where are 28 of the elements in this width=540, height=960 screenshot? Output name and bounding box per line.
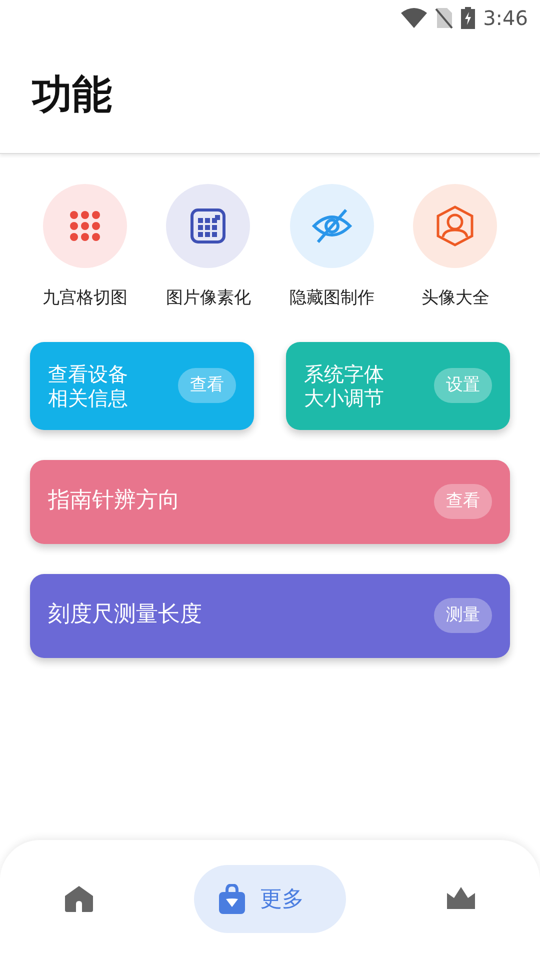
wifi-icon xyxy=(401,8,428,28)
battery-icon xyxy=(461,7,476,29)
card-title: 系统字体大小调节 xyxy=(304,362,384,410)
no-sim-icon xyxy=(435,7,454,29)
card-title: 查看设备相关信息 xyxy=(48,362,128,410)
tool-label: 九宫格切图 xyxy=(42,287,128,310)
grid-icon xyxy=(68,209,102,243)
shopping-bag-icon xyxy=(218,884,246,914)
feature-card[interactable]: 系统字体大小调节 设置 xyxy=(286,342,510,430)
nav-tab[interactable]: 更多 xyxy=(194,865,346,933)
tool-label: 隐藏图制作 xyxy=(289,287,374,310)
pixel-grid-icon xyxy=(190,208,226,244)
tool-label: 头像大全 xyxy=(421,287,490,310)
feature-card[interactable]: 指南针辨方向 查看 xyxy=(30,460,510,544)
card-action-button[interactable]: 设置 xyxy=(434,368,492,404)
feature-card[interactable]: 刻度尺测量长度 测量 xyxy=(30,574,510,658)
home-icon xyxy=(64,885,94,913)
card-action-button[interactable]: 查看 xyxy=(178,368,236,404)
card-action-button[interactable]: 查看 xyxy=(434,484,492,520)
page-title: 功能 xyxy=(32,70,112,120)
user-hexagon-icon xyxy=(436,205,474,247)
card-title: 指南针辨方向 xyxy=(48,488,180,515)
card-title: 刻度尺测量长度 xyxy=(48,602,202,629)
status-time: 3:46 xyxy=(483,5,528,32)
feature-card[interactable]: 查看设备相关信息 查看 xyxy=(30,342,254,430)
tool-label: 图片像素化 xyxy=(166,287,251,310)
eye-off-icon xyxy=(312,208,352,244)
card-action-button[interactable]: 测量 xyxy=(434,598,492,634)
